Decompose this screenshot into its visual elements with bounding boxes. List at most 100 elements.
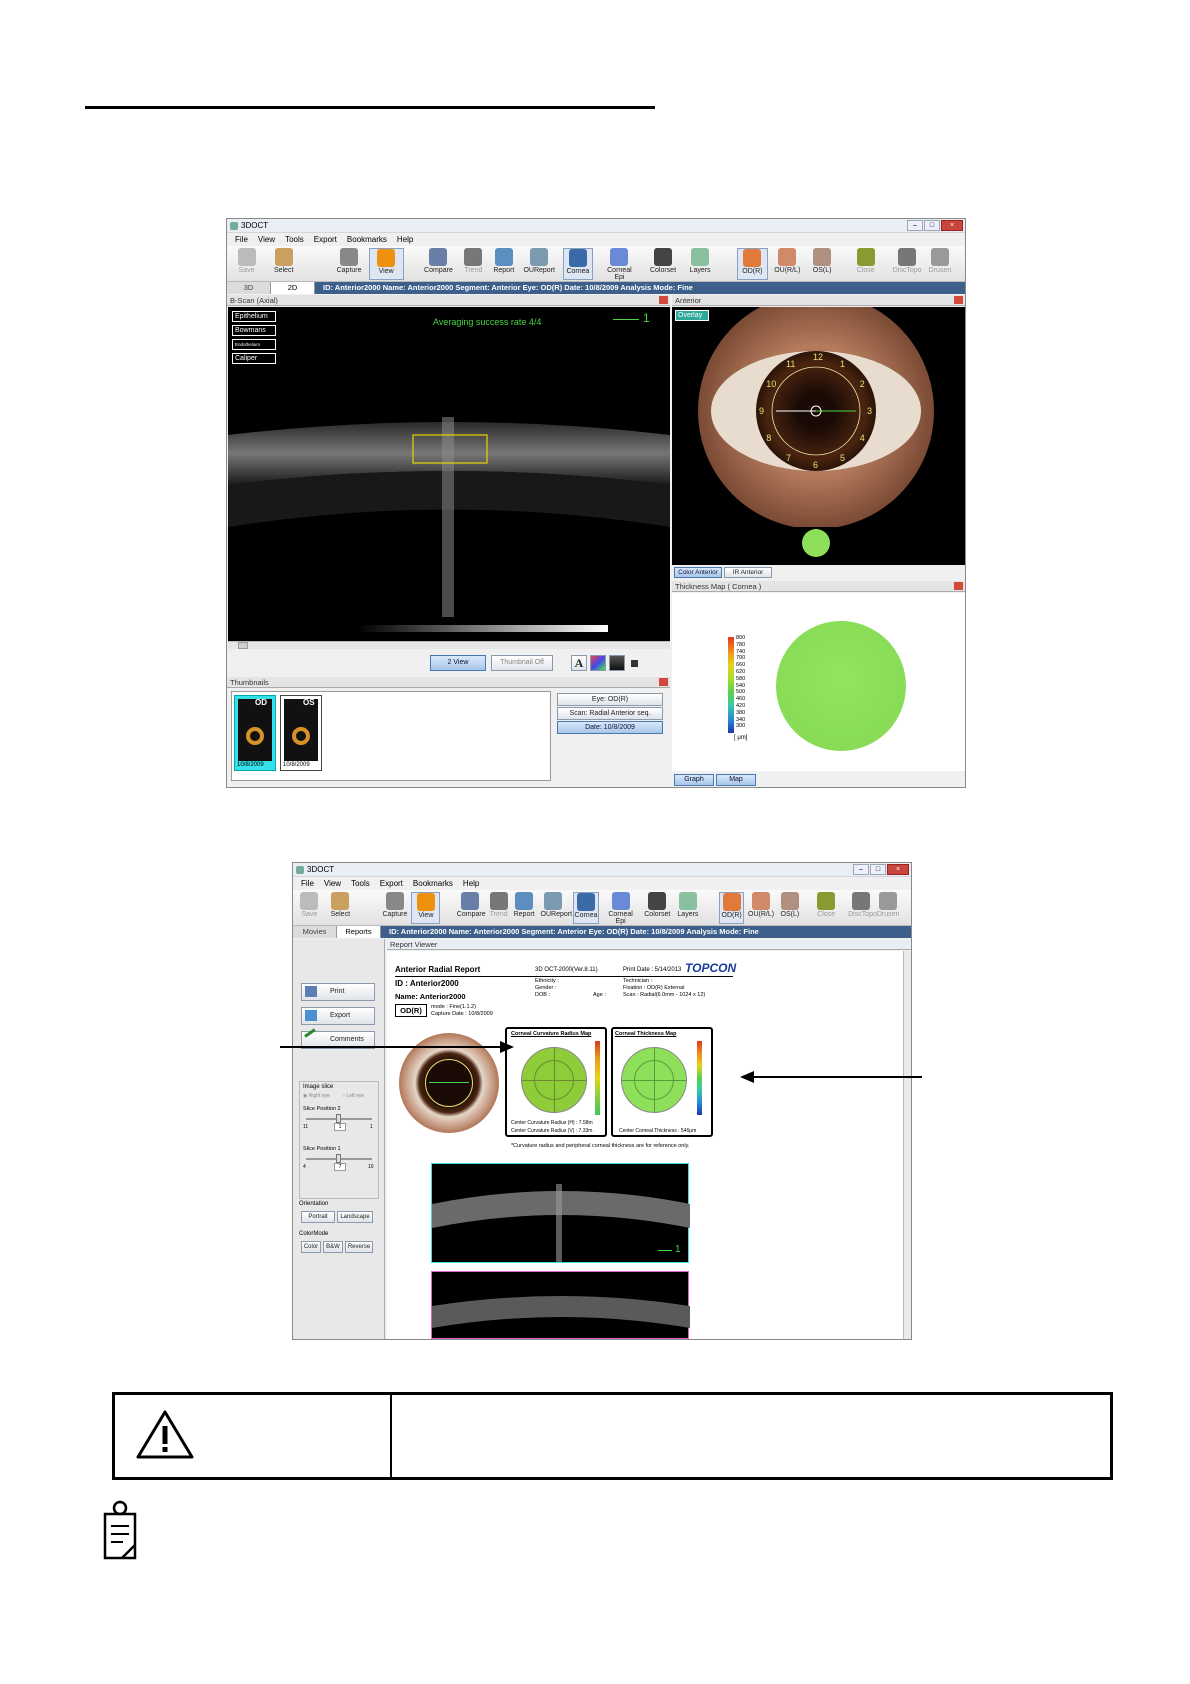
menu-help[interactable]: Help — [463, 877, 479, 890]
maximize-button[interactable]: □ — [924, 220, 940, 231]
toolbar-trend-button[interactable]: Trend — [458, 248, 489, 280]
panel-close-icon[interactable] — [954, 296, 963, 304]
tab-3d[interactable]: 3D — [227, 282, 271, 294]
toolbar-compare-button[interactable]: Compare — [457, 892, 486, 924]
toolbar-ou-r-l--button[interactable]: OU(R/L) — [748, 892, 774, 924]
menu-export[interactable]: Export — [380, 877, 403, 890]
right-eye-radio[interactable]: ◉ Right eye — [303, 1093, 330, 1099]
bw-button[interactable]: B&W — [323, 1241, 343, 1253]
menu-bookmarks[interactable]: Bookmarks — [347, 233, 387, 246]
menu-file[interactable]: File — [301, 877, 314, 890]
toolbar-colorset-button[interactable]: Colorset — [644, 892, 670, 924]
small-square-icon[interactable] — [631, 660, 638, 667]
reverse-button[interactable]: Reverse — [345, 1241, 373, 1253]
toolbar-capture-button[interactable]: Capture — [332, 248, 367, 280]
menu-view[interactable]: View — [324, 877, 341, 890]
close-window-button[interactable]: × — [887, 864, 909, 875]
toolbar-save-button[interactable]: Save — [231, 248, 262, 280]
toolbar-colorset-button[interactable]: Colorset — [648, 248, 679, 280]
eye-filter-button[interactable]: Eye: OD(R) — [557, 693, 663, 706]
toolbar-corneal-epi-button[interactable]: Corneal Epi — [604, 248, 635, 281]
panel-close-icon[interactable] — [954, 582, 963, 590]
menu-bookmarks[interactable]: Bookmarks — [413, 877, 453, 890]
tab-movies[interactable]: Movies — [293, 926, 337, 938]
slice-2-value[interactable]: 1 — [334, 1123, 346, 1131]
color-button[interactable]: Color — [301, 1241, 321, 1253]
toolbar-ou-r-l--button[interactable]: OU(R/L) — [772, 248, 803, 280]
toolbar-od-r--button[interactable]: OD(R) — [737, 248, 768, 280]
toolbar-report-button[interactable]: Report — [489, 248, 520, 280]
toolbar-os-l--button[interactable]: OS(L) — [807, 248, 838, 280]
menu-export[interactable]: Export — [314, 233, 337, 246]
toolbar-cornea-button[interactable]: Cornea — [573, 892, 599, 924]
toolbar-drusen-button[interactable]: Drusen — [875, 892, 900, 924]
report-bscan-2[interactable] — [431, 1271, 690, 1339]
toolbar-cornea-button[interactable]: Cornea — [562, 248, 594, 280]
graph-tab[interactable]: Graph — [674, 774, 714, 786]
toolbar-close-button[interactable]: Close — [814, 892, 839, 924]
map-tab[interactable]: Map — [716, 774, 756, 786]
text-toggle-button[interactable]: A — [571, 655, 587, 671]
toolbar-compare-button[interactable]: Compare — [423, 248, 454, 280]
bowmans-button[interactable]: Bowmans — [232, 325, 276, 336]
epithelium-button[interactable]: Epithelium — [232, 311, 276, 322]
toolbar-drusen-button[interactable]: Drusen — [925, 248, 956, 280]
portrait-button[interactable]: Portrait — [301, 1211, 335, 1223]
toolbar-report-button[interactable]: Report — [511, 892, 536, 924]
tab-reports[interactable]: Reports — [337, 926, 381, 938]
slice-1-value[interactable]: 7 — [334, 1163, 346, 1171]
toolbar-oureport-button[interactable]: OUReport — [523, 248, 555, 280]
menu-tools[interactable]: Tools — [351, 877, 370, 890]
toolbar-corneal-epi-button[interactable]: Corneal Epi — [608, 892, 633, 925]
toolbar-od-r--button[interactable]: OD(R) — [718, 892, 745, 924]
thumbnail-off-button[interactable]: Thumbnail Off — [491, 655, 553, 671]
toolbar-close-button[interactable]: Close — [850, 248, 881, 280]
scrollbar-thumb[interactable] — [238, 642, 248, 649]
menu-tools[interactable]: Tools — [285, 233, 304, 246]
two-view-button[interactable]: 2 View — [430, 655, 486, 671]
menu-help[interactable]: Help — [397, 233, 413, 246]
color-anterior-tab[interactable]: Color Anterior — [674, 567, 722, 578]
landscape-button[interactable]: Landscape — [337, 1211, 373, 1223]
thickness-map-view[interactable]: 800 780 740 700 660 620 580 540 500 460 420 380 340 3… — [672, 593, 965, 771]
date-filter-button[interactable]: Date: 10/8/2009 — [557, 721, 663, 734]
toolbar-save-button[interactable]: Save — [297, 892, 322, 924]
tab-2d[interactable]: 2D — [271, 282, 315, 294]
slice-1-thumb[interactable] — [336, 1154, 341, 1163]
toolbar-view-button[interactable]: View — [368, 248, 404, 280]
minimize-button[interactable]: – — [907, 220, 923, 231]
caliper-button[interactable]: Caliper — [232, 353, 276, 364]
ir-anterior-tab[interactable]: IR Anterior — [724, 567, 772, 578]
color-map-icon[interactable] — [590, 655, 606, 671]
toolbar-capture-button[interactable]: Capture — [380, 892, 409, 924]
report-bscan-1[interactable]: 1 — [431, 1163, 690, 1263]
overlay-button[interactable]: Overlay — [675, 310, 709, 321]
left-eye-radio[interactable]: ○ Left eye — [342, 1093, 364, 1099]
anterior-image[interactable]: 1 2 3 4 5 6 7 8 9 10 11 12 Overlay — [672, 307, 965, 565]
toolbar-select-button[interactable]: Select — [326, 892, 355, 924]
toolbar-select-button[interactable]: Select — [266, 248, 301, 280]
maximize-button[interactable]: □ — [870, 864, 886, 875]
bscan-image[interactable]: Epithelium Bowmans Endothelium Caliper A… — [228, 307, 670, 641]
scan-filter-button[interactable]: Scan: Radial Anterior seq. — [557, 707, 663, 720]
toolbar-os-l--button[interactable]: OS(L) — [777, 892, 802, 924]
close-window-button[interactable]: × — [941, 220, 963, 231]
thumbnail-od[interactable]: OD 10/8/2009 — [234, 695, 276, 771]
report-scrollbar[interactable] — [903, 951, 911, 1339]
slice-2-thumb[interactable] — [336, 1114, 341, 1123]
panel-close-icon[interactable] — [659, 296, 668, 304]
menu-view[interactable]: View — [258, 233, 275, 246]
toolbar-oureport-button[interactable]: OUReport — [541, 892, 572, 924]
panel-close-icon[interactable] — [659, 678, 668, 686]
toolbar-view-button[interactable]: View — [411, 892, 441, 924]
minimize-button[interactable]: – — [853, 864, 869, 875]
toolbar-disctopo-button[interactable]: DiscTopo — [848, 892, 877, 924]
bscan-scrollbar[interactable] — [228, 641, 670, 649]
toolbar-trend-button[interactable]: Trend — [486, 892, 511, 924]
toolbar-layers-button[interactable]: Layers — [685, 248, 716, 280]
grayscale-icon[interactable] — [609, 655, 625, 671]
toolbar-disctopo-button[interactable]: DiscTopo — [892, 248, 923, 280]
toolbar-layers-button[interactable]: Layers — [675, 892, 700, 924]
endothelium-button[interactable]: Endothelium — [232, 339, 276, 350]
menu-file[interactable]: File — [235, 233, 248, 246]
